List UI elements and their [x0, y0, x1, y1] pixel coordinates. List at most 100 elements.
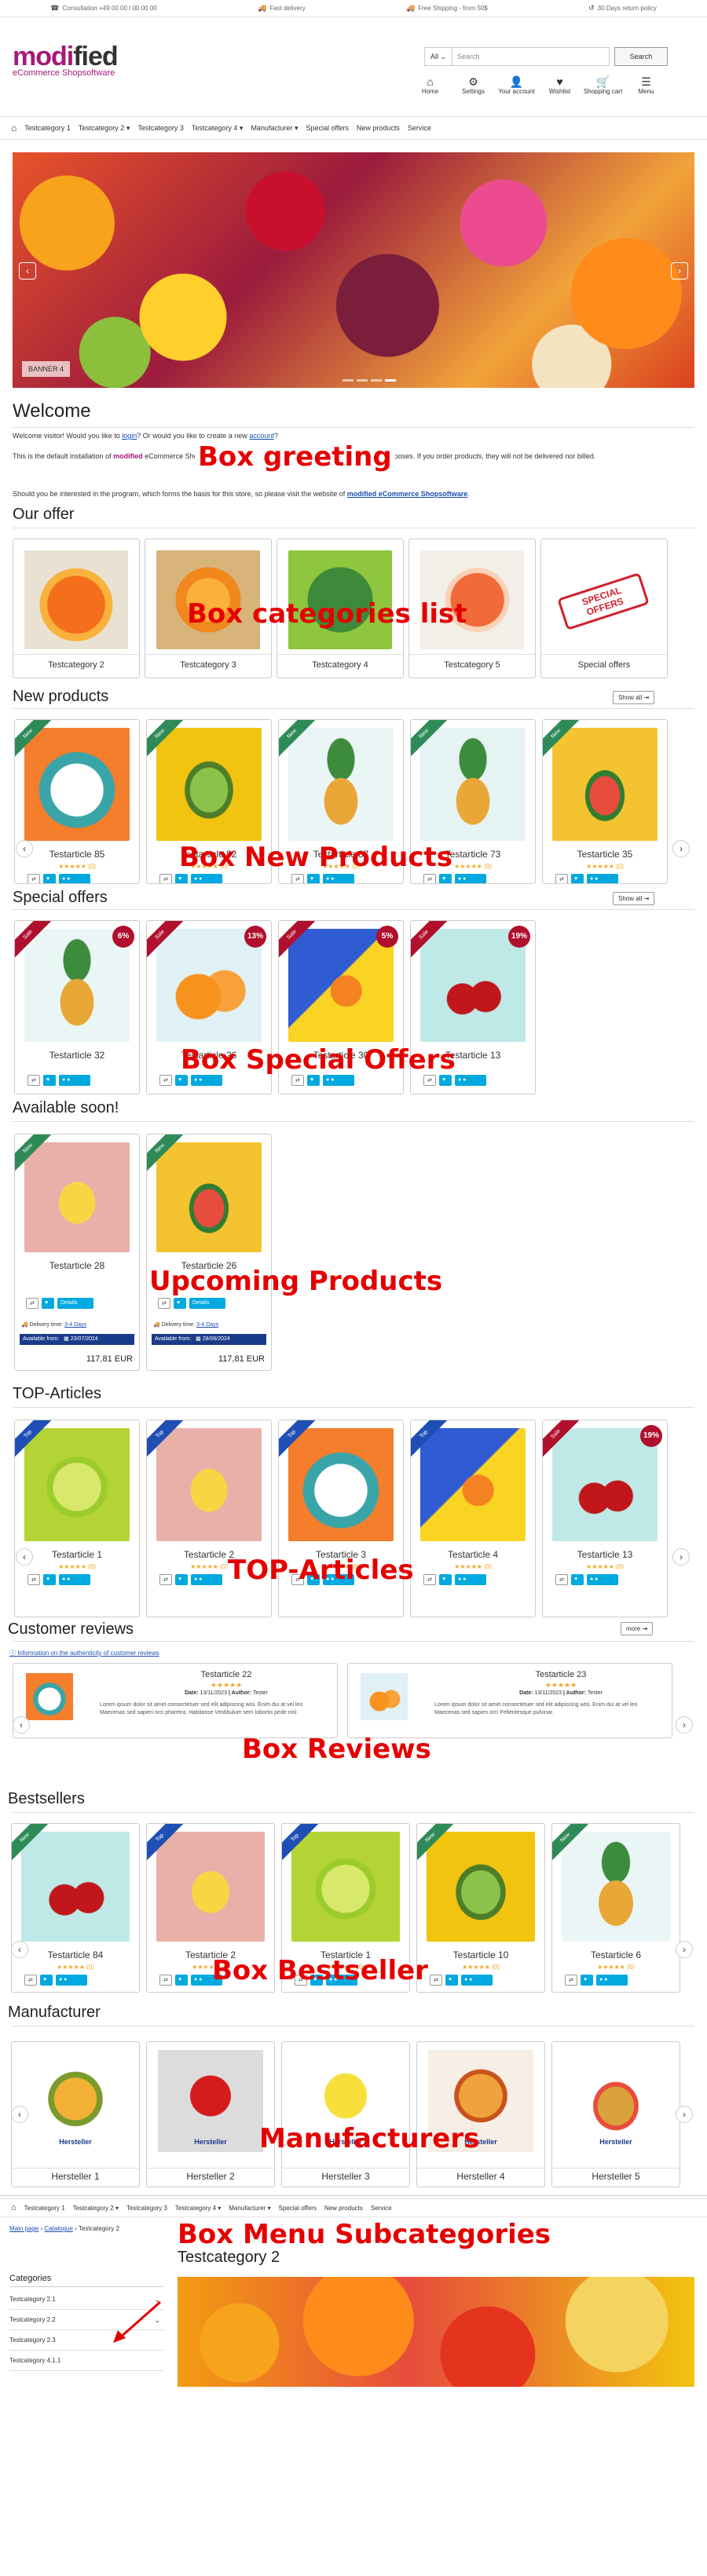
wishlist-button[interactable]: ♥	[445, 1975, 458, 1986]
wishlist-button[interactable]: ♥	[43, 1075, 56, 1086]
wishlist-button[interactable]: ♥	[175, 1075, 188, 1086]
category-tile[interactable]: SPECIAL OFFERS Special offers	[540, 539, 668, 678]
breadcrumb-item[interactable]: Catalogue	[44, 2225, 72, 2232]
wishlist-button[interactable]: ♥	[571, 874, 584, 883]
compare-button[interactable]: ⇄	[27, 874, 40, 883]
nav-item[interactable]: Special offers	[306, 124, 348, 132]
search-category-select[interactable]: All ⌄	[424, 47, 452, 66]
manufacturer-card[interactable]: Hersteller Hersteller 3	[281, 2041, 410, 2187]
manufacturer-card[interactable]: Hersteller Hersteller 2	[146, 2041, 275, 2187]
category-tile[interactable]: Testcategory 2	[13, 539, 140, 678]
reviews-more-button[interactable]: more ⇥	[621, 1622, 654, 1635]
nav-item[interactable]: Testcategory 4 ▾	[192, 124, 244, 133]
details-button[interactable]: Details	[57, 1298, 93, 1309]
site-logo[interactable]: modified eCommerce Shopsoftware	[13, 43, 119, 78]
product-card[interactable]: New Testarticle 28 ⇄ ♥ Details 🚚 Delivery tim…	[14, 1134, 140, 1371]
header-nav-cart[interactable]: 🛒 Shopping cart	[581, 75, 625, 95]
details-button[interactable]: ● ●	[455, 1075, 486, 1086]
banner-slider[interactable]: ‹ › BANNER 4	[13, 152, 694, 388]
details-button[interactable]: ● ●	[323, 874, 354, 883]
nav-item[interactable]: Service	[371, 2205, 392, 2212]
compare-button[interactable]: ⇄	[159, 1975, 172, 1986]
compare-button[interactable]: ⇄	[423, 874, 436, 883]
review-card[interactable]: Testarticle 22 ★★★★★ Date: 13/11/2023 | Au…	[13, 1663, 338, 1738]
slider-dots[interactable]	[343, 379, 396, 382]
details-button[interactable]: ● ●	[56, 1975, 87, 1986]
wishlist-button[interactable]: ♥	[175, 874, 188, 883]
compare-button[interactable]: ⇄	[27, 1574, 40, 1585]
details-button[interactable]: ● ●	[323, 1075, 354, 1086]
details-button[interactable]: ● ●	[191, 874, 222, 883]
product-card[interactable]: New Testarticle 6 ★★★★★ (0) ⇄ ♥ ● ●	[551, 1823, 680, 1993]
carousel-next-button[interactable]: ›	[676, 1941, 693, 1958]
wishlist-button[interactable]: ♥	[174, 1298, 186, 1309]
details-button[interactable]: ● ●	[59, 1574, 90, 1585]
product-card[interactable]: Sale 19% Testarticle 13 ★★★★★ (0) ⇄ ♥ ● ●	[542, 1420, 668, 1617]
carousel-prev-button[interactable]: ‹	[16, 1548, 33, 1566]
wishlist-button[interactable]: ♥	[40, 1975, 53, 1986]
carousel-prev-button[interactable]: ‹	[13, 1716, 30, 1734]
manufacturer-card[interactable]: Hersteller Hersteller 4	[416, 2041, 545, 2187]
product-card[interactable]: Top Testarticle 2 ★★★★★ (0) ⇄ ♥ ● ●	[146, 1420, 272, 1617]
search-button[interactable]: Search	[614, 47, 668, 66]
home-icon[interactable]: ⌂	[11, 122, 16, 133]
details-button[interactable]: ● ●	[191, 1574, 222, 1585]
slider-next-button[interactable]: ›	[671, 262, 688, 280]
login-link[interactable]: login	[122, 432, 137, 440]
carousel-prev-button[interactable]: ‹	[16, 840, 33, 857]
header-nav-gear[interactable]: ⚙ Settings	[452, 75, 495, 95]
compare-button[interactable]: ⇄	[555, 874, 568, 883]
modified-website-link[interactable]: modified eCommerce Shopsoftware	[347, 490, 468, 498]
wishlist-button[interactable]: ♥	[571, 1574, 584, 1585]
details-button[interactable]: Details	[189, 1298, 225, 1309]
compare-button[interactable]: ⇄	[291, 874, 304, 883]
compare-button[interactable]: ⇄	[555, 1574, 568, 1585]
details-button[interactable]: ● ●	[455, 874, 486, 883]
nav-item[interactable]: Testcategory 2 ▾	[73, 2205, 119, 2212]
header-nav-user[interactable]: 👤 Your account	[495, 75, 538, 95]
nav-item[interactable]: Manufacturer ▾	[229, 2205, 270, 2212]
wishlist-button[interactable]: ♥	[439, 874, 452, 883]
wishlist-button[interactable]: ♥	[175, 1574, 188, 1585]
carousel-next-button[interactable]: ›	[672, 840, 690, 857]
reviews-authenticity-link[interactable]: ⓘ Information on the authenticity of cus…	[9, 1649, 159, 1657]
nav-item[interactable]: Testcategory 2 ▾	[79, 124, 130, 133]
compare-button[interactable]: ⇄	[423, 1075, 436, 1086]
compare-button[interactable]: ⇄	[291, 1075, 304, 1086]
compare-button[interactable]: ⇄	[430, 1975, 442, 1986]
nav-item[interactable]: Testcategory 1	[24, 124, 71, 132]
nav-item[interactable]: Testcategory 1	[24, 2205, 65, 2212]
details-button[interactable]: ● ●	[587, 874, 618, 883]
details-button[interactable]: ● ●	[59, 874, 90, 883]
product-card[interactable]: New Testarticle 84 ★★★★★ (0) ⇄ ♥ ● ●	[11, 1823, 140, 1993]
carousel-next-button[interactable]: ›	[672, 1548, 690, 1566]
carousel-prev-button[interactable]: ‹	[11, 2106, 28, 2123]
compare-button[interactable]: ⇄	[27, 1075, 40, 1086]
nav-item[interactable]: New products	[357, 124, 400, 132]
wishlist-button[interactable]: ♥	[439, 1075, 452, 1086]
product-card[interactable]: Top Testarticle 3 ★★★★★ (0) ⇄ ♥ ● ●	[278, 1420, 404, 1617]
wishlist-button[interactable]: ♥	[307, 874, 320, 883]
carousel-next-button[interactable]: ›	[676, 1716, 693, 1734]
details-button[interactable]: ● ●	[587, 1574, 618, 1585]
carousel-next-button[interactable]: ›	[676, 2106, 693, 2123]
nav-item[interactable]: Testcategory 4 ▾	[175, 2205, 221, 2212]
nav-item[interactable]: Service	[408, 124, 431, 132]
home-icon[interactable]: ⌂	[11, 2203, 16, 2212]
nav-item[interactable]: Manufacturer ▾	[251, 124, 298, 133]
manufacturer-card[interactable]: Hersteller Hersteller 1	[11, 2041, 140, 2187]
wishlist-button[interactable]: ♥	[43, 1574, 56, 1585]
product-card[interactable]: New Testarticle 10 ★★★★★ (0) ⇄ ♥ ● ●	[416, 1823, 545, 1993]
slider-prev-button[interactable]: ‹	[19, 262, 36, 280]
search-input[interactable]: Search	[452, 47, 610, 66]
compare-button[interactable]: ⇄	[423, 1574, 436, 1585]
carousel-prev-button[interactable]: ‹	[11, 1941, 28, 1958]
special-offers-show-all[interactable]: Show all ⇥	[613, 892, 655, 905]
nav-item[interactable]: Testcategory 3	[126, 2205, 167, 2212]
review-card[interactable]: Testarticle 23 ★★★★★ Date: 13/11/2023 | Au…	[347, 1663, 672, 1738]
compare-button[interactable]: ⇄	[159, 874, 172, 883]
wishlist-button[interactable]: ♥	[42, 1298, 54, 1309]
wishlist-button[interactable]: ♥	[43, 874, 56, 883]
compare-button[interactable]: ⇄	[26, 1298, 38, 1309]
header-nav-home[interactable]: ⌂ Home	[408, 75, 452, 95]
